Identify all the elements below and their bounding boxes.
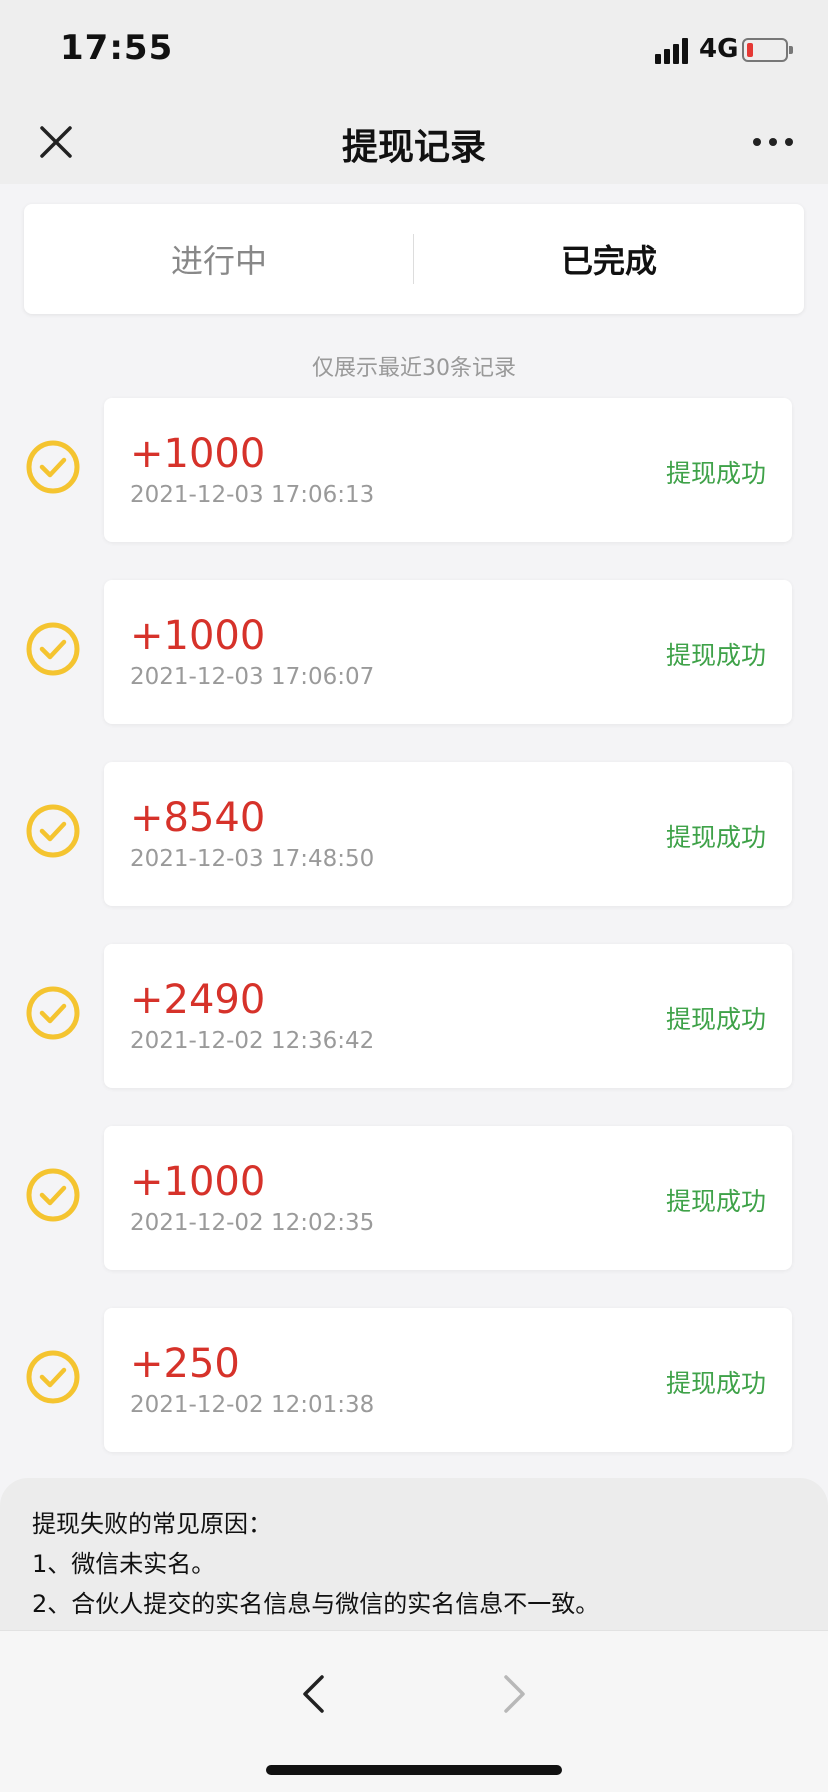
forward-arrow-icon[interactable]	[498, 1671, 532, 1717]
record-time: 2021-12-02 12:01:38	[130, 1392, 375, 1418]
record-card[interactable]: +1000 2021-12-03 17:06:13 提现成功	[104, 398, 792, 542]
nav-bar: 提现记录	[0, 100, 828, 184]
record-list: +1000 2021-12-03 17:06:13 提现成功 +1000 202…	[0, 398, 828, 1490]
record-card[interactable]: +2490 2021-12-02 12:36:42 提现成功	[104, 944, 792, 1088]
network-label: 4G	[699, 34, 739, 64]
record-time: 2021-12-03 17:06:13	[130, 482, 375, 508]
record-status: 提现成功	[665, 1005, 766, 1034]
record-status: 提现成功	[665, 1369, 766, 1398]
tabs: 进行中 已完成	[24, 204, 804, 314]
check-circle-icon	[26, 1168, 80, 1222]
check-circle-icon	[26, 440, 80, 494]
records-hint: 仅展示最近30条记录	[312, 356, 516, 381]
status-bar: 17:55 4G	[0, 0, 828, 100]
record-card[interactable]: +1000 2021-12-03 17:06:07 提现成功	[104, 580, 792, 724]
failure-reason-item: 2、合伙人提交的实名信息与微信的实名信息不一致。	[32, 1590, 600, 1618]
record-time: 2021-12-03 17:48:50	[130, 846, 375, 872]
record-card[interactable]: +1000 2021-12-02 12:02:35 提现成功	[104, 1126, 792, 1270]
list-item: +1000 2021-12-03 17:06:13 提现成功	[0, 398, 828, 580]
record-amount: +250	[130, 1341, 240, 1387]
check-circle-icon	[26, 622, 80, 676]
home-indicator	[266, 1765, 562, 1775]
check-circle-icon	[26, 1350, 80, 1404]
more-icon[interactable]	[748, 122, 798, 162]
tab-in-progress[interactable]: 进行中	[24, 204, 414, 314]
failure-reason-item: 1、微信未实名。	[32, 1550, 216, 1578]
failure-reasons-title: 提现失败的常见原因：	[32, 1510, 272, 1538]
list-item: +8540 2021-12-03 17:48:50 提现成功	[0, 762, 828, 944]
battery-icon	[742, 38, 793, 62]
list-item: +250 2021-12-02 12:01:38 提现成功	[0, 1308, 828, 1490]
record-status: 提现成功	[665, 823, 766, 852]
record-status: 提现成功	[665, 641, 766, 670]
record-amount: +1000	[130, 613, 266, 659]
list-item: +2490 2021-12-02 12:36:42 提现成功	[0, 944, 828, 1126]
browser-toolbar	[0, 1630, 828, 1792]
back-arrow-icon[interactable]	[296, 1671, 330, 1717]
record-status: 提现成功	[665, 459, 766, 488]
record-card[interactable]: +8540 2021-12-03 17:48:50 提现成功	[104, 762, 792, 906]
failure-reasons-panel: 提现失败的常见原因： 1、微信未实名。 2、合伙人提交的实名信息与微信的实名信息…	[0, 1478, 828, 1630]
signal-icon	[655, 38, 689, 64]
record-amount: +1000	[130, 431, 266, 477]
list-item: +1000 2021-12-03 17:06:07 提现成功	[0, 580, 828, 762]
page: 17:55 4G 提现记录 进行中 已完成 仅展示最近30条记录 +1000 2…	[0, 0, 828, 1792]
page-title: 提现记录	[341, 127, 486, 168]
record-amount: +8540	[130, 795, 266, 841]
list-item: +1000 2021-12-02 12:02:35 提现成功	[0, 1126, 828, 1308]
tab-completed[interactable]: 已完成	[414, 204, 804, 314]
check-circle-icon	[26, 804, 80, 858]
record-amount: +2490	[130, 977, 266, 1023]
status-time: 17:55	[60, 28, 174, 68]
check-circle-icon	[26, 986, 80, 1040]
record-card[interactable]: +250 2021-12-02 12:01:38 提现成功	[104, 1308, 792, 1452]
record-time: 2021-12-02 12:36:42	[130, 1028, 375, 1054]
record-status: 提现成功	[665, 1187, 766, 1216]
record-time: 2021-12-02 12:02:35	[130, 1210, 375, 1236]
record-amount: +1000	[130, 1159, 266, 1205]
record-time: 2021-12-03 17:06:07	[130, 664, 375, 690]
